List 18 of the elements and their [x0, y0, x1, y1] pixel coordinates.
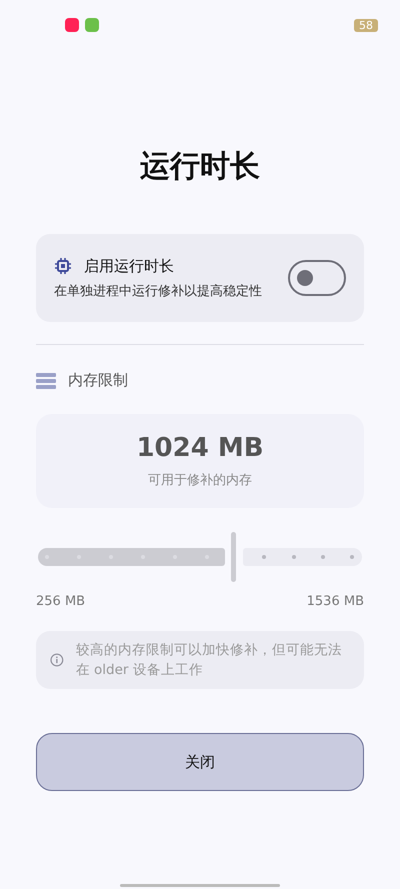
- setting-label: 启用运行时长: [84, 256, 174, 276]
- section-heading: 内存限制: [68, 371, 128, 390]
- max-label: 1536 MB: [306, 594, 364, 609]
- battery-level: 58: [354, 18, 378, 32]
- memory-caption: 可用于修补的内存: [148, 472, 252, 489]
- list-icon: [36, 372, 56, 388]
- chip-icon: [54, 257, 72, 275]
- memory-slider[interactable]: [36, 532, 364, 582]
- app-icon: [85, 18, 99, 32]
- app-icon: [65, 18, 79, 32]
- memory-value: 1024 MB: [136, 433, 264, 463]
- min-label: 256 MB: [36, 594, 86, 609]
- slider-thumb[interactable]: [230, 532, 236, 582]
- info-text: 较高的内存限制可以加快修补，但可能无法在 older 设备上工作: [76, 641, 343, 680]
- setting-description: 在单独进程中运行修补以提高稳定性: [54, 282, 263, 300]
- page-title: 运行时长: [139, 148, 261, 186]
- close-button[interactable]: 关闭: [36, 733, 364, 791]
- toggle-switch[interactable]: [288, 260, 346, 296]
